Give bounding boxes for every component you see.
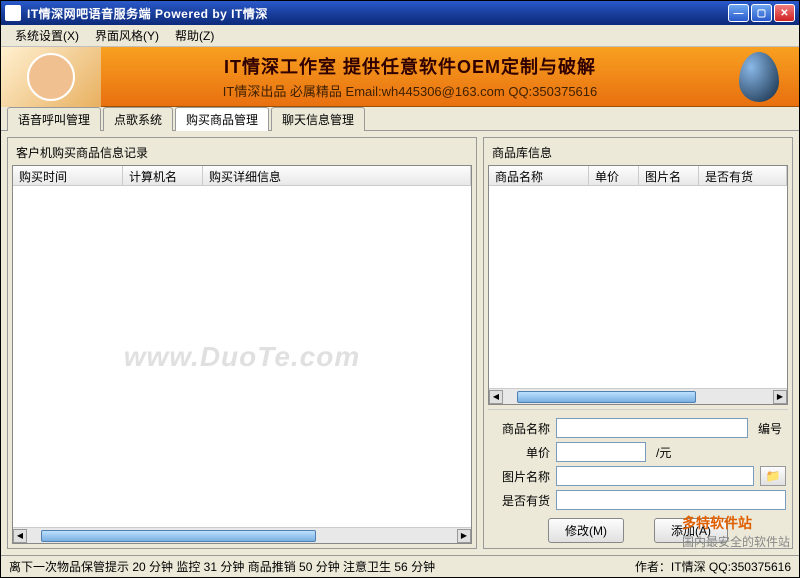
tab-chat[interactable]: 聊天信息管理 [271,107,365,131]
inventory-list-header: 商品名称 单价 图片名 是否有货 [489,166,787,186]
tab-voice[interactable]: 语音呼叫管理 [7,107,101,131]
menu-style[interactable]: 界面风格(Y) [87,25,167,46]
inventory-listview[interactable]: 商品名称 单价 图片名 是否有货 ◀ ▶ [488,165,788,405]
content-area: 客户机购买商品信息记录 购买时间 计算机名 购买详细信息 www.DuoTe.c… [1,131,799,555]
modify-button[interactable]: 修改(M) [548,518,624,543]
status-right: 作者：IT情深 QQ:350375616 [635,558,791,575]
menu-system[interactable]: 系统设置(X) [7,25,87,46]
titlebar: IT情深网吧语音服务端 Powered by IT情深 — ▢ ✕ [1,1,799,25]
input-stock[interactable] [556,490,786,510]
input-price[interactable] [556,442,646,462]
egg-icon [739,52,779,102]
close-button[interactable]: ✕ [774,4,795,22]
purchase-list-header: 购买时间 计算机名 购买详细信息 [13,166,471,186]
label-image: 图片名称 [490,468,550,485]
status-left: 离下一次物品保管提示 20 分钟 监控 31 分钟 商品推销 50 分钟 注意卫… [9,558,435,575]
col-image[interactable]: 图片名 [639,166,699,185]
col-product-name[interactable]: 商品名称 [489,166,589,185]
watermark: www.DuoTe.com [124,341,361,373]
banner-line2: IT情深出品 必属精品 Email:wh445306@163.com QQ:35… [101,81,719,100]
purchase-scroll-h[interactable]: ◀ ▶ [13,527,471,543]
statusbar: 离下一次物品保管提示 20 分钟 监控 31 分钟 商品推销 50 分钟 注意卫… [1,555,799,577]
scroll-thumb[interactable] [41,530,316,542]
col-price[interactable]: 单价 [589,166,639,185]
scroll-left-icon[interactable]: ◀ [489,390,503,404]
corner-logo: 多特软件站 国内最安全的软件站 [682,513,790,550]
inventory-scroll-h[interactable]: ◀ ▶ [489,388,787,404]
inventory-title: 商品库信息 [492,144,788,161]
titlebar-text: IT情深网吧语音服务端 Powered by IT情深 [27,5,728,22]
app-icon [5,5,21,21]
tab-song[interactable]: 点歌系统 [103,107,173,131]
folder-icon: 📁 [766,469,781,483]
minimize-button[interactable]: — [728,4,749,22]
input-product-name[interactable] [556,418,748,438]
banner-text: IT情深工作室 提供任意软件OEM定制与破解 IT情深出品 必属精品 Email… [101,53,719,100]
inventory-list-body [489,186,787,388]
menubar: 系统设置(X) 界面风格(Y) 帮助(Z) [1,25,799,47]
maximize-button[interactable]: ▢ [751,4,772,22]
banner-decor [719,47,799,107]
purchase-log-pane: 客户机购买商品信息记录 购买时间 计算机名 购买详细信息 www.DuoTe.c… [7,137,477,549]
window-controls: — ▢ ✕ [728,4,795,22]
banner: IT情深工作室 提供任意软件OEM定制与破解 IT情深出品 必属精品 Email… [1,47,799,107]
inventory-pane: 商品库信息 商品名称 单价 图片名 是否有货 ◀ ▶ 商品名称 [483,137,793,549]
avatar-icon [27,53,75,101]
col-time[interactable]: 购买时间 [13,166,123,185]
col-stock[interactable]: 是否有货 [699,166,787,185]
label-stock: 是否有货 [490,492,550,509]
banner-avatar [1,47,101,107]
input-image[interactable] [556,466,754,486]
purchase-list-body: www.DuoTe.com [13,186,471,527]
col-details[interactable]: 购买详细信息 [203,166,471,185]
label-id: 编号 [754,420,786,437]
menu-help[interactable]: 帮助(Z) [167,25,222,46]
tab-bar: 语音呼叫管理 点歌系统 购买商品管理 聊天信息管理 [1,107,799,131]
browse-button[interactable]: 📁 [760,466,786,486]
label-price: 单价 [490,444,550,461]
label-product-name: 商品名称 [490,420,550,437]
scroll-thumb[interactable] [517,391,696,403]
app-window: IT情深网吧语音服务端 Powered by IT情深 — ▢ ✕ 系统设置(X… [0,0,800,578]
corner-text1: 多特软件站 [682,513,790,533]
scroll-right-icon[interactable]: ▶ [773,390,787,404]
banner-line1: IT情深工作室 提供任意软件OEM定制与破解 [101,53,719,79]
scroll-right-icon[interactable]: ▶ [457,529,471,543]
purchase-log-title: 客户机购买商品信息记录 [16,144,472,161]
label-price-unit: /元 [652,444,675,461]
purchase-listview[interactable]: 购买时间 计算机名 购买详细信息 www.DuoTe.com ◀ ▶ [12,165,472,544]
scroll-left-icon[interactable]: ◀ [13,529,27,543]
col-computer[interactable]: 计算机名 [123,166,203,185]
corner-text2: 国内最安全的软件站 [682,533,790,550]
tab-purchase[interactable]: 购买商品管理 [175,107,269,131]
